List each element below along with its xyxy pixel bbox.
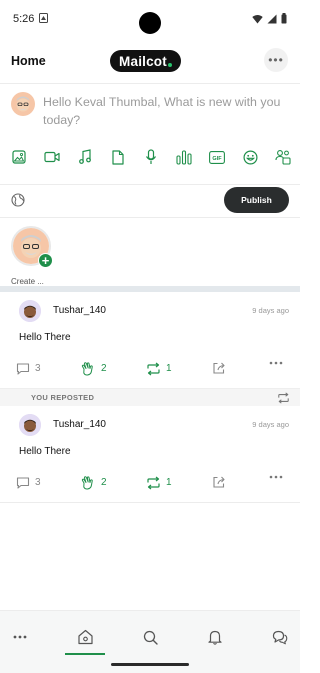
create-story-label: Create ...: [11, 277, 44, 286]
header-more-button[interactable]: •••: [264, 48, 288, 72]
clap-icon: [80, 361, 96, 377]
share-button[interactable]: [212, 475, 226, 489]
share-icon: [212, 361, 226, 375]
post-composer: Hello Keval Thumbal, What is new with yo…: [0, 84, 300, 184]
chat-icon: [272, 630, 288, 645]
post-body: Hello There: [19, 332, 71, 343]
nav-home[interactable]: [73, 625, 97, 649]
share-button[interactable]: [212, 361, 226, 375]
create-story[interactable]: + Create ...: [11, 226, 53, 286]
repost-count: 1: [166, 477, 172, 488]
app-logo[interactable]: Mailcot: [110, 50, 181, 72]
comment-button[interactable]: 3: [16, 361, 41, 377]
repost-count: 1: [166, 363, 172, 374]
plus-icon[interactable]: +: [38, 253, 53, 268]
page-title: Home: [11, 54, 46, 68]
battery-icon: [281, 13, 287, 24]
composer-input[interactable]: Hello Keval Thumbal, What is new with yo…: [43, 93, 289, 129]
my-avatar[interactable]: [11, 92, 35, 116]
post-actions: 3 2 1: [16, 475, 290, 491]
status-bar: 5:26: [0, 0, 300, 42]
emoji-icon[interactable]: [242, 149, 258, 165]
publish-bar: Publish: [0, 184, 300, 218]
more-horizontal-icon: [269, 361, 283, 365]
app-logo-text: Mailcot: [119, 53, 167, 69]
clap-button[interactable]: 2: [80, 361, 107, 377]
nav-more[interactable]: [8, 625, 32, 649]
nav-messages[interactable]: [268, 625, 292, 649]
clap-icon: [80, 475, 96, 491]
bell-icon: [208, 629, 222, 645]
post-time: 9 days ago: [252, 306, 289, 315]
poll-icon[interactable]: [176, 149, 192, 165]
repost-icon: [146, 362, 161, 376]
comment-icon: [16, 476, 30, 490]
clap-button[interactable]: 2: [80, 475, 107, 491]
post-actions: 3 2 1: [16, 361, 290, 377]
post-card[interactable]: Tushar_140 9 days ago Hello There 3 2 1: [0, 292, 300, 388]
post-time: 9 days ago: [252, 420, 289, 429]
post-username[interactable]: Tushar_140: [53, 305, 106, 316]
post-card[interactable]: Tushar_140 9 days ago Hello There 3 2 1: [0, 406, 300, 502]
nav-notifications[interactable]: [203, 625, 227, 649]
globe-icon[interactable]: [11, 193, 25, 207]
repost-icon: [277, 392, 290, 404]
repost-button[interactable]: 1: [146, 475, 172, 491]
gif-icon[interactable]: GIF: [209, 149, 225, 165]
document-icon[interactable]: [110, 149, 126, 165]
clap-count: 2: [101, 477, 107, 488]
repost-button[interactable]: 1: [146, 361, 172, 377]
post-more-button[interactable]: [269, 361, 283, 365]
camera-cutout: [139, 12, 161, 34]
gif-label: GIF: [212, 155, 222, 161]
search-icon: [143, 630, 158, 645]
comment-count: 3: [35, 477, 41, 488]
more-icon: [13, 635, 27, 639]
system-home-indicator: [111, 663, 189, 666]
clap-count: 2: [101, 363, 107, 374]
post-more-button[interactable]: [269, 475, 283, 479]
nav-active-indicator: [65, 653, 105, 655]
repost-banner-label: YOU REPOSTED: [31, 393, 95, 402]
microphone-icon[interactable]: [143, 149, 159, 165]
publish-button[interactable]: Publish: [224, 187, 289, 213]
video-icon[interactable]: [44, 149, 60, 165]
signal-icon: [267, 14, 277, 24]
home-icon: [77, 629, 94, 645]
repost-icon: [146, 476, 161, 490]
create-story-avatar: +: [11, 226, 53, 268]
wifi-icon: [252, 14, 263, 24]
post-username[interactable]: Tushar_140: [53, 419, 106, 430]
share-icon: [212, 475, 226, 489]
nav-search[interactable]: [138, 625, 162, 649]
comment-count: 3: [35, 363, 41, 374]
group-icon[interactable]: [275, 149, 291, 165]
music-icon[interactable]: [77, 149, 93, 165]
bottom-navigation: [0, 610, 300, 673]
post-separator: [0, 502, 300, 503]
comment-button[interactable]: 3: [16, 475, 41, 491]
top-header: Home Mailcot •••: [0, 42, 300, 84]
more-dots-icon: •••: [268, 53, 284, 67]
stories-row: + Create ...: [0, 218, 300, 286]
more-horizontal-icon: [269, 475, 283, 479]
image-icon[interactable]: [11, 149, 27, 165]
post-author-avatar[interactable]: [19, 414, 41, 436]
comment-icon: [16, 362, 30, 376]
notification-icon: [39, 13, 48, 23]
post-author-avatar[interactable]: [19, 300, 41, 322]
logo-dot: [167, 63, 172, 67]
media-toolbar: GIF: [11, 149, 291, 165]
repost-banner: YOU REPOSTED: [0, 388, 300, 406]
post-body: Hello There: [19, 446, 71, 457]
status-time: 5:26: [13, 13, 35, 25]
